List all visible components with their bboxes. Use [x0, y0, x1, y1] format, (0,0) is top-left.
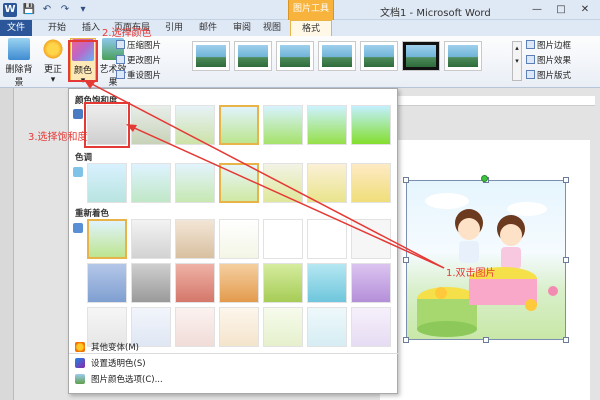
annotation-arrows	[84, 80, 445, 269]
arrow-step1-to-saturation	[129, 125, 445, 269]
arrow-step1-to-color	[87, 81, 445, 269]
